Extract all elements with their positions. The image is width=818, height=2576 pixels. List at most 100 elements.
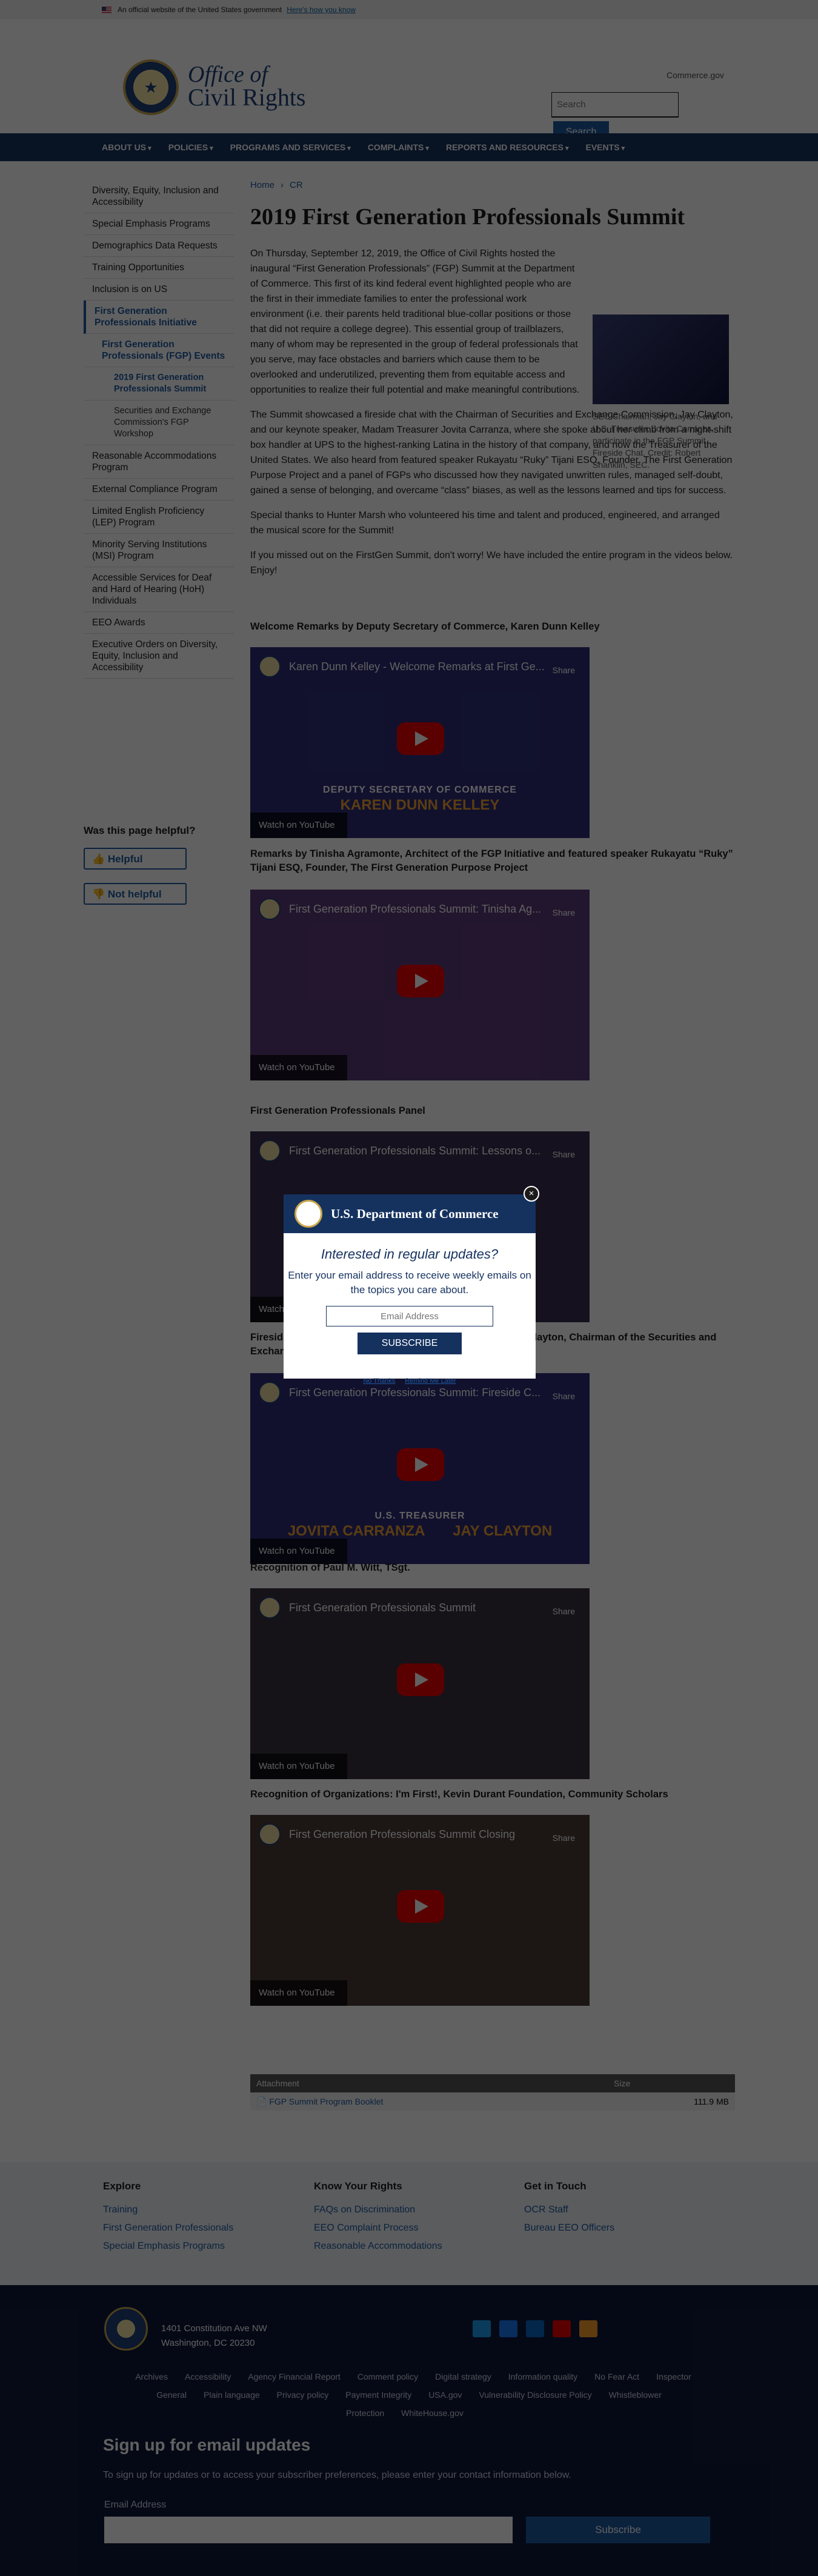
channel-avatar[interactable] <box>259 1597 281 1619</box>
sidebar-item[interactable]: Demographics Data Requests <box>84 235 234 257</box>
watch-on-youtube-button[interactable]: Watch on YouTube <box>250 1754 347 1779</box>
footer-policy-link[interactable]: USA.gov <box>428 2390 462 2400</box>
footer-link[interactable]: FAQs on Discrimination <box>314 2205 442 2215</box>
footer-policy-link[interactable]: Digital strategy <box>435 2372 491 2381</box>
modal-subscribe-button[interactable]: SUBSCRIBE <box>357 1333 462 1354</box>
footer-link[interactable]: First Generation Professionals <box>103 2223 233 2234</box>
footer-policy-link[interactable]: Plain language <box>204 2390 260 2400</box>
search-input[interactable] <box>551 92 679 118</box>
youtube-video[interactable]: Karen Dunn Kelley - Welcome Remarks at F… <box>250 647 590 838</box>
youtube-icon[interactable] <box>553 2320 571 2337</box>
modal-email-input[interactable] <box>326 1306 493 1326</box>
nav-item[interactable]: PROGRAMS AND SERVICES <box>230 142 351 152</box>
watch-on-youtube-button[interactable]: Watch on YouTube <box>250 813 347 838</box>
sidebar-item[interactable]: Reasonable Accommodations Program <box>84 445 234 479</box>
sidebar-item[interactable]: First Generation Professionals (FGP) Eve… <box>84 334 234 367</box>
youtube-video[interactable]: First Generation Professionals Summit: T… <box>250 890 590 1080</box>
site-title[interactable]: Office of Civil Rights <box>188 63 306 110</box>
sidebar-item[interactable]: Diversity, Equity, Inclusion and Accessi… <box>84 180 234 213</box>
sidebar-item[interactable]: Minority Serving Institutions (MSI) Prog… <box>84 534 234 567</box>
facebook-icon[interactable] <box>499 2320 517 2337</box>
twitter-icon[interactable] <box>473 2320 491 2337</box>
youtube-video[interactable]: First Generation Professionals Summit: F… <box>250 1373 590 1564</box>
share-button[interactable]: Share <box>553 908 575 917</box>
play-icon[interactable] <box>397 722 444 755</box>
watch-on-youtube-button[interactable]: Watch on YouTube <box>250 1980 347 2006</box>
breadcrumb-cr[interactable]: CR <box>290 180 303 190</box>
sidebar-item[interactable]: Securities and Exchange Commission's FGP… <box>84 401 234 445</box>
footer-policy-link[interactable]: Archives <box>135 2372 168 2381</box>
play-icon[interactable] <box>397 965 444 997</box>
share-button[interactable]: Share <box>553 1391 575 1401</box>
footer-policy-link[interactable]: Vulnerability Disclosure Policy <box>479 2390 591 2400</box>
sidebar-item[interactable]: External Compliance Program <box>84 479 234 501</box>
no-thanks-link[interactable]: No Thanks <box>363 1377 395 1385</box>
video-title[interactable]: First Generation Professionals Summit: L… <box>289 1145 540 1157</box>
sidebar-item[interactable]: Limited English Proficiency (LEP) Progra… <box>84 501 234 534</box>
footer-link[interactable]: OCR Staff <box>524 2205 614 2215</box>
feedback-title: Was this page helpful? <box>84 825 196 836</box>
email-field[interactable] <box>104 2517 513 2543</box>
not-helpful-button[interactable]: 👎 Not helpful <box>84 883 187 905</box>
share-button[interactable]: Share <box>553 665 575 675</box>
sidebar-item[interactable]: Inclusion is on US <box>84 279 234 301</box>
share-button[interactable]: Share <box>553 1833 575 1843</box>
footer-link[interactable]: Bureau EEO Officers <box>524 2223 614 2234</box>
commerce-seal-logo[interactable]: ★ <box>123 59 179 115</box>
sidebar-item[interactable]: Executive Orders on Diversity, Equity, I… <box>84 634 234 679</box>
footer-policy-link[interactable]: WhiteHouse.gov <box>401 2408 464 2418</box>
watch-on-youtube-button[interactable]: Watch on YouTube <box>250 1539 347 1564</box>
sidebar-item[interactable]: Special Emphasis Programs <box>84 213 234 235</box>
sidebar-item[interactable]: First Generation Professionals Initiativ… <box>84 301 234 334</box>
watch-on-youtube-button[interactable]: Watch on YouTube <box>250 1055 347 1080</box>
footer-policy-link[interactable]: Information quality <box>508 2372 577 2381</box>
footer-policy-link[interactable]: No Fear Act <box>594 2372 639 2381</box>
channel-avatar[interactable] <box>259 898 281 920</box>
footer-link[interactable]: EEO Complaint Process <box>314 2223 442 2234</box>
channel-avatar[interactable] <box>259 1140 281 1162</box>
channel-avatar[interactable] <box>259 1823 281 1845</box>
close-icon[interactable]: × <box>524 1186 539 1202</box>
video-title[interactable]: Karen Dunn Kelley - Welcome Remarks at F… <box>289 661 545 673</box>
channel-avatar[interactable] <box>259 1382 281 1403</box>
sidebar-item[interactable]: Training Opportunities <box>84 257 234 279</box>
sidebar-item[interactable]: EEO Awards <box>84 612 234 634</box>
share-button[interactable]: Share <box>553 1606 575 1616</box>
nav-item[interactable]: COMPLAINTS <box>368 142 429 152</box>
video-title[interactable]: First Generation Professionals Summit <box>289 1602 476 1614</box>
nav-item[interactable]: ABOUT US <box>102 142 151 152</box>
video-title[interactable]: First Generation Professionals Summit Cl… <box>289 1828 515 1841</box>
play-icon[interactable] <box>397 1663 444 1696</box>
youtube-video[interactable]: First Generation Professionals Summit Sha… <box>250 1588 590 1779</box>
nav-item[interactable]: EVENTS <box>585 142 625 152</box>
remind-later-link[interactable]: Remind Me Later <box>405 1377 456 1385</box>
linkedin-icon[interactable] <box>526 2320 544 2337</box>
play-icon[interactable] <box>397 1890 444 1923</box>
footer-policy-link[interactable]: Privacy policy <box>277 2390 329 2400</box>
footer-link[interactable]: Special Emphasis Programs <box>103 2241 233 2252</box>
subscribe-button[interactable]: Subscribe <box>526 2517 710 2543</box>
nav-item[interactable]: REPORTS AND RESOURCES <box>446 142 569 152</box>
footer-link[interactable]: Training <box>103 2205 233 2215</box>
footer-policy-link[interactable]: Agency Financial Report <box>248 2372 341 2381</box>
footer-policy-link[interactable]: Payment Integrity <box>345 2390 411 2400</box>
attachment-link[interactable]: FGP Summit Program Booklet <box>269 2097 383 2106</box>
footer-seal-logo[interactable] <box>104 2307 148 2351</box>
commerce-gov-link[interactable]: Commerce.gov <box>667 70 724 80</box>
footer-link[interactable]: Reasonable Accommodations <box>314 2241 442 2252</box>
video-title[interactable]: First Generation Professionals Summit: T… <box>289 903 541 916</box>
heres-how-link[interactable]: Here's how you know <box>287 5 356 14</box>
sidebar-item[interactable]: Accessible Services for Deaf and Hard of… <box>84 567 234 612</box>
helpful-button[interactable]: 👍 Helpful <box>84 848 187 870</box>
rss-icon[interactable] <box>579 2320 597 2337</box>
share-button[interactable]: Share <box>553 1150 575 1159</box>
video-title[interactable]: First Generation Professionals Summit: F… <box>289 1386 540 1399</box>
footer-policy-link[interactable]: Accessibility <box>185 2372 231 2381</box>
nav-item[interactable]: POLICIES <box>168 142 213 152</box>
sidebar-item[interactable]: 2019 First Generation Professionals Summ… <box>84 367 234 401</box>
footer-policy-link[interactable]: Comment policy <box>357 2372 418 2381</box>
play-icon[interactable] <box>397 1448 444 1481</box>
channel-avatar[interactable] <box>259 656 281 677</box>
youtube-video[interactable]: First Generation Professionals Summit Cl… <box>250 1815 590 2006</box>
breadcrumb-home[interactable]: Home <box>250 180 274 190</box>
